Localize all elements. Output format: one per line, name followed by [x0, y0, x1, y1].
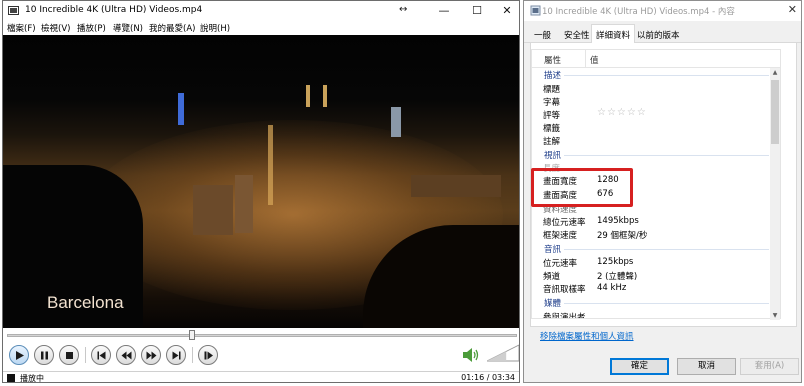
scroll-up-arrow-icon[interactable]: ▲: [770, 68, 780, 77]
property-label[interactable]: 註解: [543, 135, 560, 147]
controls-divider: [192, 347, 193, 363]
stop-button[interactable]: [59, 345, 79, 365]
dialog-titlebar[interactable]: 10 Incredible 4K (Ultra HD) Videos.mp4 -…: [524, 1, 801, 21]
group-divider: [564, 155, 769, 156]
controls-divider: [85, 347, 86, 363]
property-value: 1495kbps: [597, 216, 639, 226]
close-button[interactable]: ✕: [492, 1, 519, 20]
apply-button[interactable]: 套用(A): [740, 358, 799, 375]
playback-time: 01:16 / 03:34: [461, 373, 515, 382]
group-divider: [564, 249, 769, 250]
menu-help[interactable]: 說明(H): [200, 22, 230, 34]
player-title: 10 Incredible 4K (Ultra HD) Videos.mp4: [25, 5, 203, 15]
remove-properties-link[interactable]: 移除檔案屬性和個人資訊: [540, 330, 634, 342]
seek-thumb[interactable]: [189, 330, 195, 340]
stop-icon: [66, 352, 73, 359]
rewind-button[interactable]: [116, 345, 136, 365]
property-value: 29 個框架/秒: [597, 231, 648, 241]
frame-step-icon: [204, 351, 213, 360]
group-media: 媒體: [544, 299, 562, 309]
stop-status-icon: [7, 374, 15, 382]
menu-bar: 檔案(F) 檢視(V) 播放(P) 導覽(N) 我的最愛(A) 說明(H): [3, 20, 519, 35]
fast-forward-icon: [146, 351, 157, 360]
volume-slider[interactable]: [487, 344, 519, 362]
property-label[interactable]: 音訊取樣率: [543, 283, 586, 295]
rating-stars[interactable]: ☆☆☆☆☆: [597, 107, 647, 118]
property-value: 2 (立體聲): [597, 272, 638, 282]
frame-step-button[interactable]: [198, 345, 218, 365]
seek-bar[interactable]: [7, 334, 517, 337]
dialog-title: 10 Incredible 4K (Ultra HD) Videos.mp4 -…: [542, 7, 735, 17]
media-player-window: 10 Incredible 4K (Ultra HD) Videos.mp4 ↔…: [2, 0, 520, 383]
maximize-button[interactable]: ☐: [462, 1, 492, 20]
group-description: 描述: [544, 71, 562, 81]
rewind-icon: [121, 351, 132, 360]
play-icon: [16, 351, 24, 360]
property-label[interactable]: 字幕: [543, 96, 560, 108]
group-video: 視訊: [544, 151, 562, 161]
property-value: 44 kHz: [597, 283, 627, 293]
city-skyline: [178, 85, 501, 235]
cancel-button[interactable]: 取消: [677, 358, 736, 375]
play-button[interactable]: [9, 345, 29, 365]
scroll-down-arrow-icon[interactable]: ▼: [770, 311, 780, 320]
property-label[interactable]: 評等: [543, 109, 560, 121]
property-label[interactable]: 標籤: [543, 122, 560, 134]
video-file-icon: [530, 5, 541, 16]
fast-forward-button[interactable]: [141, 345, 161, 365]
tab-previous-versions[interactable]: 以前的版本: [633, 27, 684, 43]
speaker-icon[interactable]: [462, 347, 480, 363]
media-player-app-icon: [8, 6, 19, 15]
skip-forward-icon: [172, 351, 181, 360]
player-titlebar[interactable]: 10 Incredible 4K (Ultra HD) Videos.mp4 ↔…: [3, 1, 519, 20]
property-label[interactable]: 總位元速率: [543, 216, 586, 228]
minimize-button[interactable]: —: [429, 1, 459, 20]
video-caption: Barcelona: [47, 293, 124, 312]
dialog-tabs: 一般 安全性 詳細資料 以前的版本: [524, 21, 801, 44]
property-label[interactable]: 標題: [543, 83, 560, 95]
playback-status: 播放中: [20, 374, 44, 383]
property-label[interactable]: 參與演出者: [543, 311, 586, 318]
column-header-value[interactable]: 值: [590, 54, 599, 66]
tab-security[interactable]: 安全性: [560, 27, 594, 43]
property-label[interactable]: 頻道: [543, 270, 560, 282]
tab-general[interactable]: 一般: [530, 27, 555, 43]
menu-view[interactable]: 檢視(V): [41, 22, 70, 34]
playback-controls: [3, 343, 519, 369]
menu-file[interactable]: 檔案(F): [7, 22, 36, 34]
menu-favorites[interactable]: 我的最愛(A): [149, 22, 195, 34]
resize-arrows-icon[interactable]: ↔: [399, 4, 407, 15]
annotation-highlight-box: [531, 168, 633, 207]
menu-play[interactable]: 播放(P): [77, 22, 106, 34]
video-frame[interactable]: Barcelona: [3, 35, 519, 328]
next-button[interactable]: [166, 345, 186, 365]
menu-navigate[interactable]: 導覽(N): [113, 22, 143, 34]
scroll-thumb[interactable]: [771, 80, 779, 144]
pause-button[interactable]: [34, 345, 54, 365]
column-header-property[interactable]: 屬性: [544, 54, 561, 66]
status-bar: 播放中 01:16 / 03:34: [3, 371, 519, 383]
property-label[interactable]: 框架速度: [543, 229, 577, 241]
previous-button[interactable]: [91, 345, 111, 365]
property-label[interactable]: 位元速率: [543, 257, 577, 269]
group-divider: [564, 75, 769, 76]
property-list-header: 屬性 值: [532, 50, 780, 68]
group-divider: [564, 303, 769, 304]
group-audio: 音訊: [544, 245, 562, 255]
dialog-close-button[interactable]: ✕: [788, 3, 797, 16]
pause-icon: [41, 351, 48, 360]
column-divider: [585, 50, 586, 68]
ok-button[interactable]: 確定: [610, 358, 669, 375]
skip-back-icon: [97, 351, 106, 360]
tab-details[interactable]: 詳細資料: [591, 24, 636, 44]
property-value: 125kbps: [597, 257, 634, 267]
